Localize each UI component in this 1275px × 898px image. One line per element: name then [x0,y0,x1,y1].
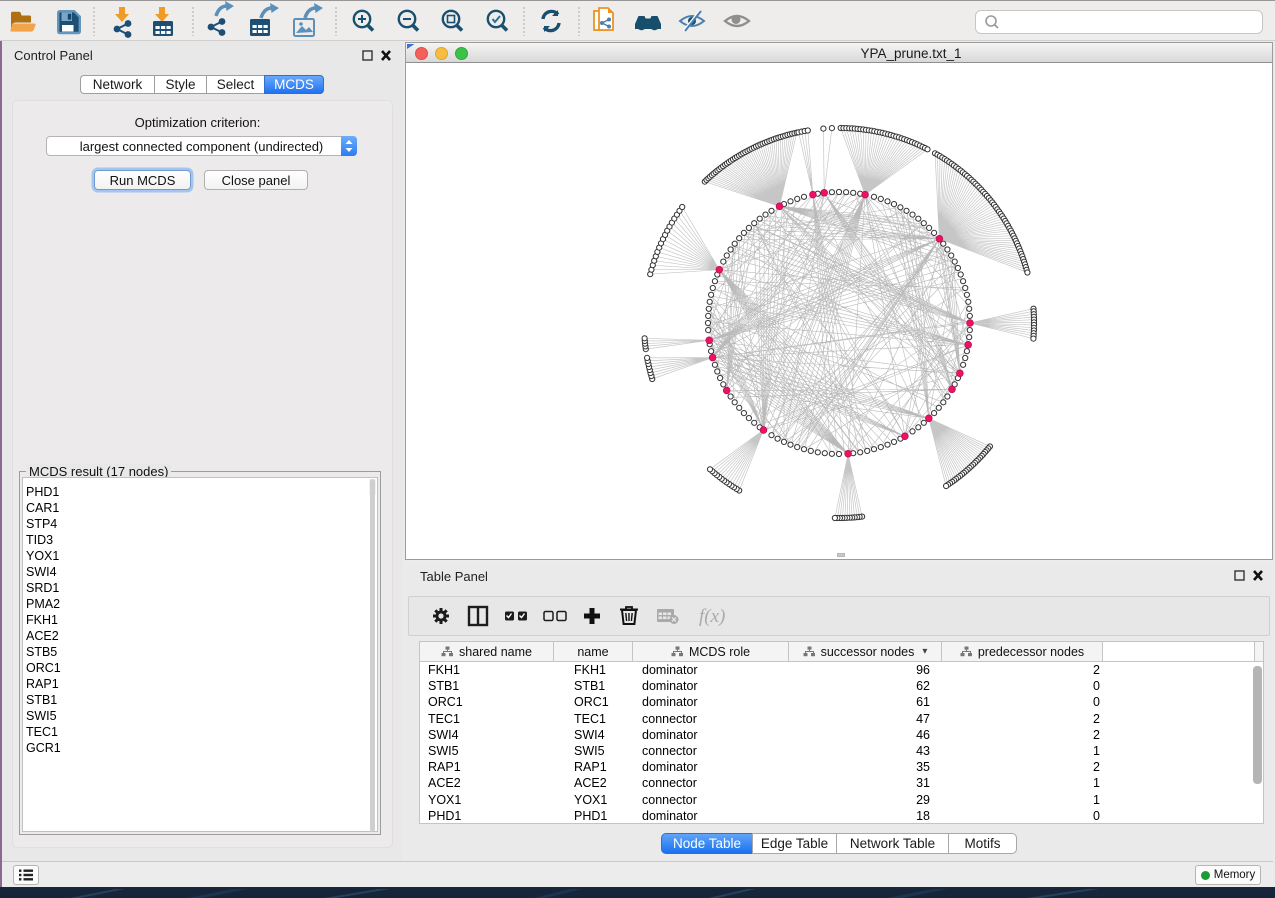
svg-text:f(x): f(x) [699,606,725,627]
